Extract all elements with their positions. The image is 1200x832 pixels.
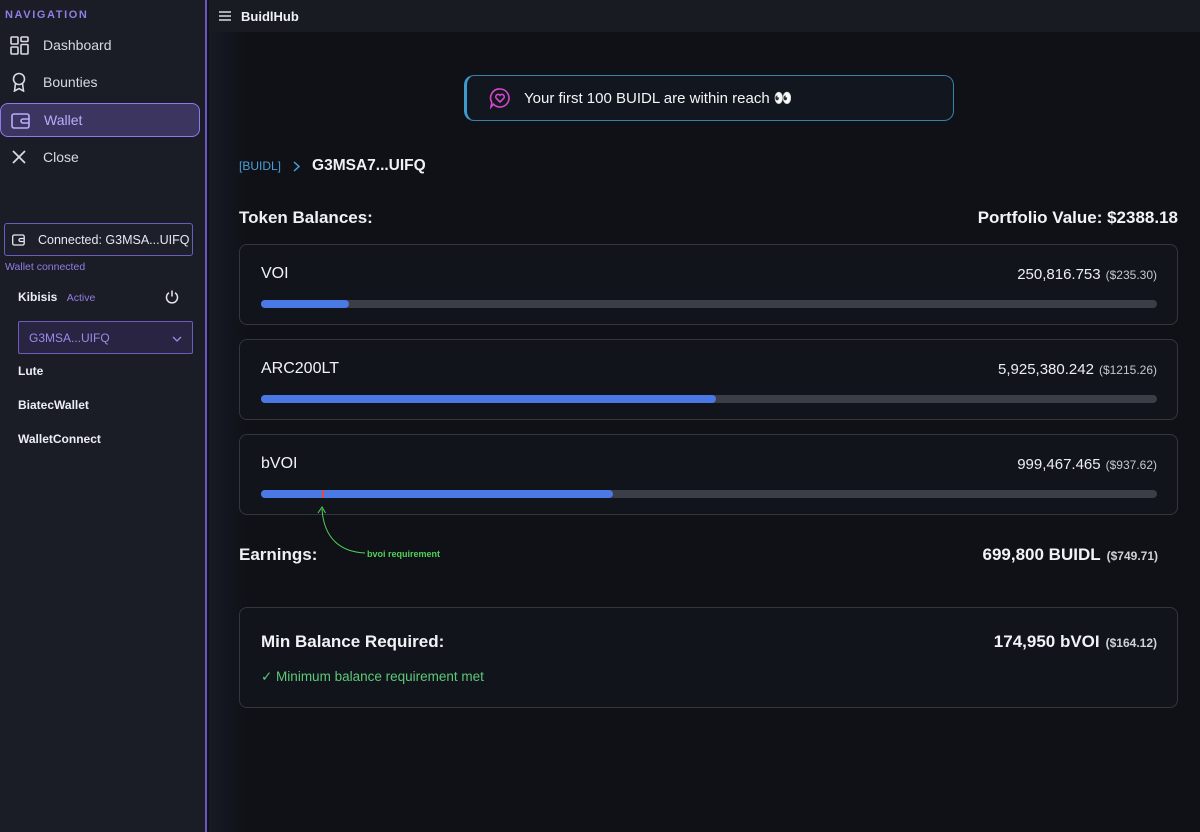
account-select[interactable]: G3MSA...UIFQ: [18, 321, 193, 354]
earnings-title: Earnings:: [239, 545, 318, 564]
token-amount-value: 5,925,380.242: [998, 361, 1094, 378]
close-icon: [9, 147, 29, 167]
min-balance-amount: 174,950 bVOI: [993, 632, 1100, 651]
heart-chat-icon: [489, 87, 511, 109]
sidebar-item-wallet[interactable]: Wallet: [0, 103, 200, 137]
breadcrumb: [BUIDL] G3MSA7...UIFQ: [239, 157, 426, 175]
progress-fill: [261, 395, 717, 403]
token-card-bvoi: bVOI 999,467.465 ($937.62): [239, 434, 1178, 515]
token-usd-value: ($937.62): [1105, 458, 1157, 472]
connection-label: Connected: G3MSA...UIFQ: [38, 232, 190, 247]
progress-bar: [261, 395, 1157, 403]
banner-text: Your first 100 BUIDL are within reach 👀: [524, 90, 793, 107]
min-balance-usd: ($164.12): [1105, 636, 1157, 650]
main-edge-shadow: [209, 32, 249, 832]
token-balances-title: Token Balances:: [239, 208, 373, 227]
token-name: bVOI: [261, 455, 298, 472]
earnings-value: 699,800 BUIDL ($749.71): [983, 545, 1159, 565]
sidebar: NAVIGATION Dashboard Bounties Wallet Clo…: [0, 0, 207, 832]
token-card-voi: VOI 250,816.753 ($235.30): [239, 244, 1178, 325]
progress-bar: [261, 490, 1157, 498]
wallet-connection-button[interactable]: Connected: G3MSA...UIFQ: [4, 223, 193, 256]
min-balance-card: Min Balance Required: 174,950 bVOI ($164.…: [239, 607, 1178, 708]
wallet-icon: [10, 110, 30, 130]
account-selected: G3MSA...UIFQ: [29, 330, 110, 345]
sidebar-item-label: Dashboard: [43, 37, 112, 53]
min-balance-value: 174,950 bVOI ($164.12): [994, 632, 1157, 652]
provider-kibisis[interactable]: Kibisis Active: [18, 290, 95, 304]
portfolio-value: Portfolio Value: $2388.18: [977, 208, 1178, 227]
promo-banner: Your first 100 BUIDL are within reach 👀: [464, 75, 954, 121]
top-bar: BuidlHub: [209, 0, 1200, 32]
wallet-status: Wallet connected: [5, 261, 86, 273]
award-icon: [9, 72, 29, 92]
token-name: ARC200LT: [261, 360, 339, 377]
status-badge: Active: [66, 292, 96, 304]
token-amount: 5,925,380.242 ($1215.26): [998, 361, 1157, 378]
app-title: BuidlHub: [241, 8, 299, 24]
token-amount-value: 250,816.753: [1017, 266, 1101, 283]
chevron-down-icon: [172, 331, 182, 345]
earnings-usd: ($749.71): [1106, 549, 1158, 563]
provider-lute[interactable]: Lute: [18, 364, 43, 378]
provider-name: Kibisis: [18, 290, 58, 304]
token-amount: 999,467.465 ($937.62): [1017, 456, 1157, 473]
token-amount-value: 999,467.465: [1017, 456, 1101, 473]
menu-icon[interactable]: [219, 11, 231, 21]
min-balance-status: ✓ Minimum balance requirement met: [261, 669, 484, 684]
annotation-arrow: [317, 506, 366, 554]
token-amount: 250,816.753 ($235.30): [1017, 266, 1157, 283]
requirement-marker: [321, 490, 324, 498]
provider-walletconnect[interactable]: WalletConnect: [18, 432, 101, 446]
token-usd-value: ($1215.26): [1098, 363, 1157, 377]
wallet-icon: [12, 233, 26, 246]
power-icon[interactable]: [164, 289, 180, 305]
sidebar-item-label: Bounties: [43, 74, 98, 90]
chevron-right-icon: [293, 160, 301, 172]
dashboard-icon: [9, 35, 29, 55]
sidebar-item-label: Close: [43, 149, 79, 165]
token-card-arc200lt: ARC200LT 5,925,380.242 ($1215.26): [239, 339, 1178, 420]
token-usd-value: ($235.30): [1105, 268, 1157, 282]
breadcrumb-parent-link[interactable]: [BUIDL]: [239, 159, 281, 173]
sidebar-item-close[interactable]: Close: [0, 140, 200, 174]
progress-fill: [261, 490, 614, 498]
progress-fill: [261, 300, 349, 308]
sidebar-item-dashboard[interactable]: Dashboard: [0, 28, 200, 62]
sidebar-item-bounties[interactable]: Bounties: [0, 65, 200, 99]
min-balance-title: Min Balance Required:: [261, 632, 445, 651]
progress-bar: [261, 300, 1157, 308]
token-name: VOI: [261, 265, 289, 282]
nav-heading: NAVIGATION: [5, 9, 89, 21]
annotation-label: bvoi requirement: [367, 549, 441, 559]
breadcrumb-current: G3MSA7...UIFQ: [312, 157, 426, 174]
provider-biatecwallet[interactable]: BiatecWallet: [18, 398, 89, 412]
earnings-amount: 699,800 BUIDL: [982, 545, 1101, 564]
sidebar-item-label: Wallet: [44, 112, 83, 128]
